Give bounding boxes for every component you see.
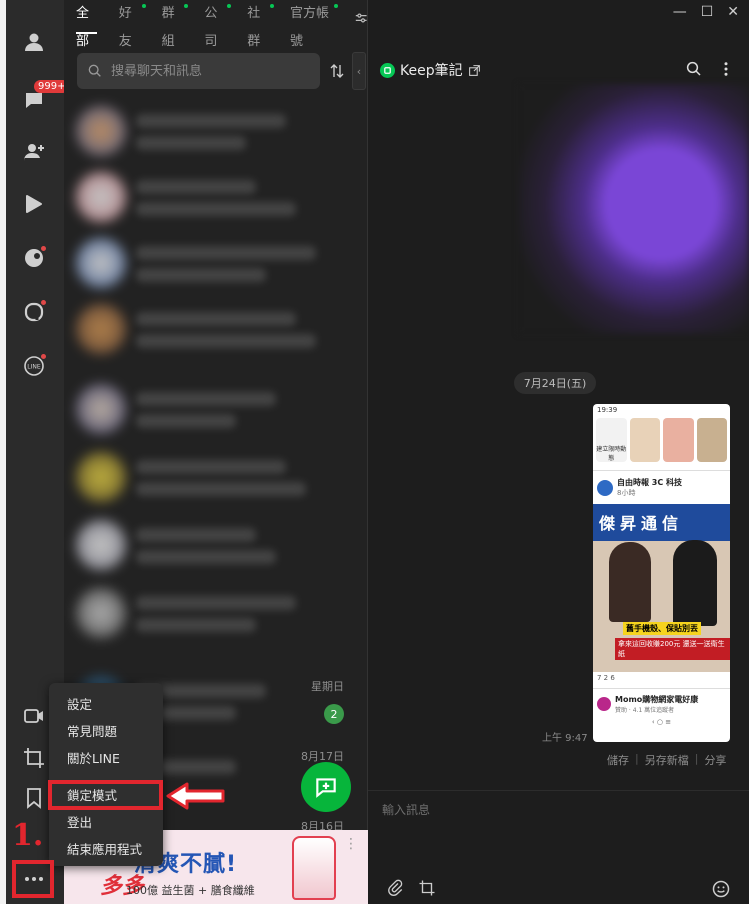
new-dot <box>41 246 46 251</box>
line-app-icon[interactable]: LINE <box>16 348 52 384</box>
profile-icon[interactable] <box>16 24 52 60</box>
voom-icon[interactable] <box>16 186 52 222</box>
blurred-image-message[interactable] <box>518 84 749 334</box>
screenshot-crop-icon[interactable] <box>418 879 436 897</box>
attach-icon[interactable] <box>386 879 404 897</box>
chat-plus-icon <box>316 778 336 798</box>
chat-header-title[interactable]: Keep筆記 <box>380 60 481 80</box>
annotation-highlight-lock-mode <box>48 780 163 810</box>
sort-icon[interactable] <box>328 60 346 82</box>
crop-icon[interactable] <box>16 740 52 776</box>
list-item[interactable] <box>72 232 362 294</box>
chat-panel: — ☐ ✕ Keep筆記 7月24日(五) 19:39 建立限時動態 自由時報 … <box>368 0 749 904</box>
window-controls: — ☐ ✕ <box>673 4 739 20</box>
save-as-link[interactable]: 另存新檔 <box>645 752 689 768</box>
date-separator: 7月24日(五) <box>514 372 596 394</box>
search-icon[interactable] <box>685 60 703 78</box>
chat-header-actions <box>685 60 735 78</box>
message-actions: 儲存 | 另存新檔 | 分享 <box>607 752 727 768</box>
tab-friends[interactable]: 好友 <box>119 0 146 49</box>
maximize-icon[interactable]: ☐ <box>701 4 714 20</box>
new-dot <box>41 354 46 359</box>
menu-item-quit[interactable]: 結束應用程式 <box>49 836 163 863</box>
keep-icon <box>380 62 395 78</box>
tab-official-accounts[interactable]: 官方帳號 <box>290 0 338 49</box>
search-input[interactable] <box>111 63 301 79</box>
more-menu: 設定 常見問題 關於LINE 鎖定模式 登出 結束應用程式 <box>49 683 163 866</box>
openchat-icon[interactable] <box>16 240 52 276</box>
composer-tools <box>386 879 436 897</box>
save-link[interactable]: 儲存 <box>607 752 629 768</box>
annotation-step-label: 1. <box>12 818 44 853</box>
list-item[interactable] <box>72 166 362 228</box>
image-message-screenshot[interactable]: 19:39 建立限時動態 自由時報 3C 科技 8小時 傑昇通信 舊手機殼、保貼… <box>593 404 730 742</box>
search-box[interactable] <box>77 53 320 89</box>
menu-item-logout[interactable]: 登出 <box>49 809 163 836</box>
close-icon[interactable]: ✕ <box>727 4 739 20</box>
filter-settings-icon[interactable] <box>354 9 368 27</box>
shot-stories: 建立限時動態 <box>593 418 730 464</box>
collapse-panel-button[interactable]: ‹ <box>352 52 366 90</box>
unread-count-badge: 2 <box>324 704 344 724</box>
app-window: 999+ LINE 全部 好友 群組 公司 社群 官方帳號 搜尋聊天和訊息 ‹ … <box>0 0 749 904</box>
minimize-icon[interactable]: — <box>673 4 687 20</box>
tab-company[interactable]: 公司 <box>204 0 232 49</box>
list-item[interactable] <box>72 100 362 162</box>
ad-more-icon[interactable]: ⋮ <box>344 836 358 852</box>
emoji-icon[interactable] <box>711 879 731 899</box>
kebab-menu-icon[interactable] <box>717 60 735 78</box>
svg-text:LINE: LINE <box>27 364 41 371</box>
menu-item-faq[interactable]: 常見問題 <box>49 718 163 745</box>
row-date: 星期日 <box>311 680 344 693</box>
list-item[interactable] <box>72 582 362 644</box>
list-item[interactable] <box>72 514 362 576</box>
share-link[interactable]: 分享 <box>704 752 726 768</box>
tab-groups[interactable]: 群組 <box>162 0 189 49</box>
tab-bar: 全部 好友 群組 公司 社群 官方帳號 <box>64 0 368 49</box>
annotation-arrow <box>166 782 225 810</box>
shot-post-image: 傑昇通信 舊手機殼、保貼別丟 拿來這回收賺200元 還送一送衛生紙 <box>593 504 730 672</box>
video-call-icon[interactable] <box>16 698 52 734</box>
bookmark-icon[interactable] <box>16 780 52 816</box>
external-link-icon[interactable] <box>468 64 481 77</box>
shot-post-header: 自由時報 3C 科技 8小時 <box>593 470 730 504</box>
message-input[interactable] <box>382 801 732 861</box>
today-icon[interactable] <box>16 294 52 330</box>
chats-icon[interactable]: 999+ <box>16 80 70 118</box>
tab-all[interactable]: 全部 <box>76 0 97 49</box>
tab-community[interactable]: 社群 <box>247 0 274 49</box>
new-chat-button[interactable] <box>301 762 351 812</box>
list-item[interactable] <box>72 298 362 360</box>
list-item[interactable] <box>72 446 362 508</box>
add-friend-icon[interactable] <box>16 134 52 170</box>
shot-status-time: 19:39 <box>597 406 618 414</box>
search-icon <box>88 64 101 77</box>
menu-item-settings[interactable]: 設定 <box>49 691 163 718</box>
new-dot <box>41 300 46 305</box>
list-item[interactable] <box>72 378 362 440</box>
ad-subtext: 100億 益生菌 + 膳食纖維 <box>126 884 255 897</box>
chat-title-text: Keep筆記 <box>400 63 463 79</box>
annotation-highlight-more <box>12 860 54 898</box>
message-composer <box>368 790 749 904</box>
shot-reactions: 7 2 6 <box>597 674 615 682</box>
message-timestamp: 上午 9:47 <box>542 733 588 744</box>
ad-product-image <box>292 836 336 900</box>
menu-item-about[interactable]: 關於LINE <box>49 745 163 772</box>
shot-post2-header: Momo購物網家電好康 贊助 · 4.1 萬位追蹤者 <box>593 688 730 718</box>
